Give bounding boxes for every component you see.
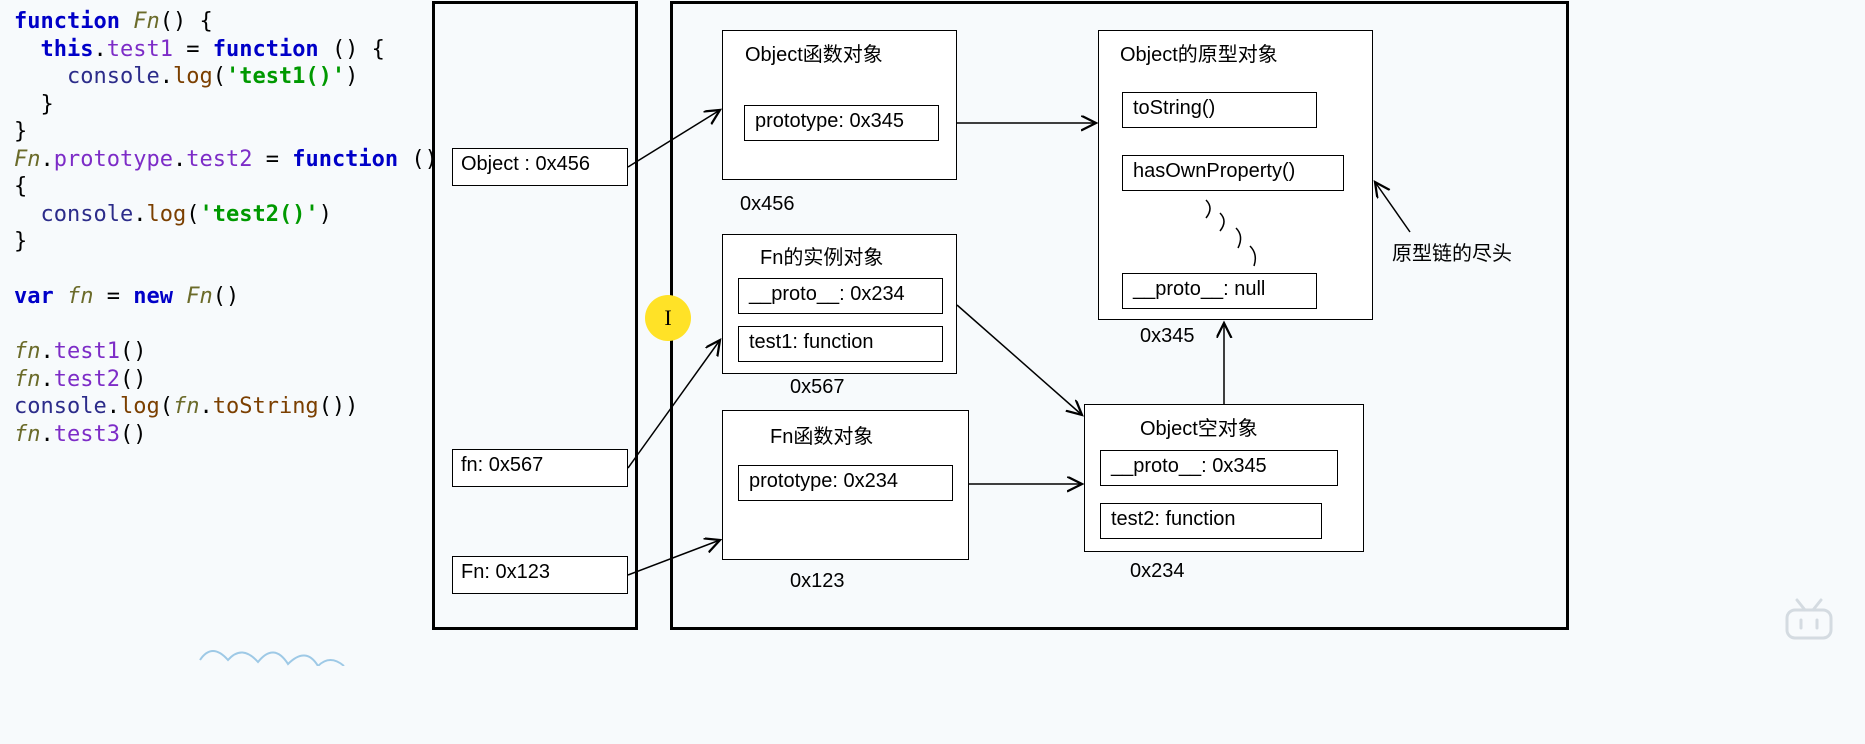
slot-object-empty-proto: __proto__: 0x345 (1100, 450, 1338, 486)
addr-fn-instance: 0x567 (790, 376, 845, 399)
bilibili-logo-icon (1781, 596, 1837, 644)
label-fn-instance-title: Fn的实例对象 (760, 241, 883, 270)
slot-object-proto-proto: __proto__: null (1122, 273, 1317, 309)
slot-fn-instance-test1: test1: function (738, 326, 943, 362)
stack-Fn: Fn: 0x123 (452, 556, 628, 594)
slot-fn-func-prototype: prototype: 0x234 (738, 465, 953, 501)
note-chain-end: 原型链的尽头 (1392, 237, 1512, 266)
slot-object-proto-tostring: toString() (1122, 92, 1317, 128)
addr-object-empty: 0x234 (1130, 560, 1185, 583)
stack-fn: fn: 0x567 (452, 449, 628, 487)
addr-object-proto: 0x345 (1140, 325, 1195, 348)
label-fn-func-title: Fn函数对象 (770, 420, 873, 449)
addr-object-func: 0x456 (740, 193, 795, 216)
code-block: function Fn() { this.test1 = function ()… (14, 8, 438, 448)
label-object-empty-title: Object空对象 (1140, 412, 1258, 441)
slot-object-empty-test2: test2: function (1100, 503, 1322, 539)
slot-fn-instance-proto: __proto__: 0x234 (738, 278, 943, 314)
slot-object-func-prototype: prototype: 0x345 (744, 105, 939, 141)
slot-object-proto-hasown: hasOwnProperty() (1122, 155, 1344, 191)
addr-fn-func: 0x123 (790, 570, 845, 593)
text-cursor-icon: I (645, 295, 691, 341)
stack-object: Object : 0x456 (452, 148, 628, 186)
label-object-proto-title: Object的原型对象 (1120, 38, 1278, 67)
cloud-decoration-icon (195, 636, 455, 666)
label-object-func-title: Object函数对象 (745, 38, 883, 67)
stack-frame (432, 1, 638, 630)
